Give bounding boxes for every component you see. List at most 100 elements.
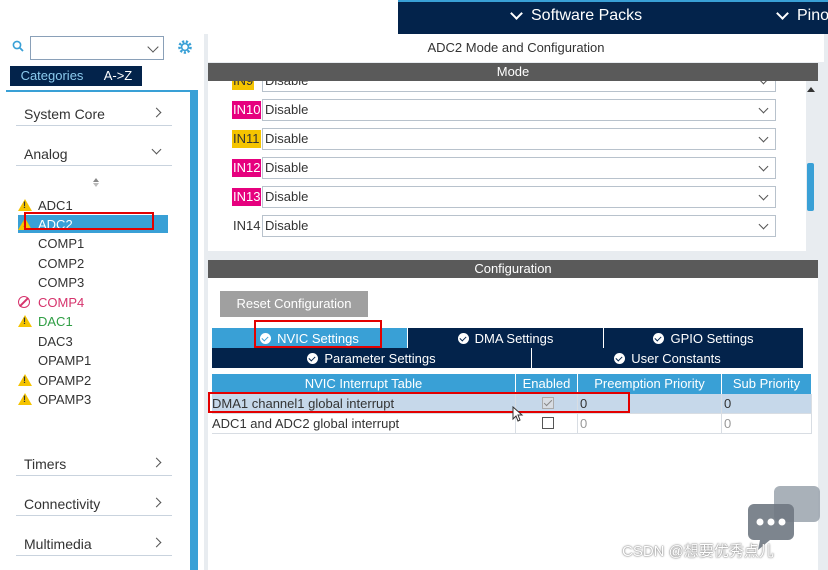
search-icon[interactable] — [12, 40, 24, 52]
tab-label: DMA Settings — [474, 330, 554, 346]
scroll-up-icon[interactable] — [93, 178, 99, 182]
mode-row-in12: IN12 Disable — [232, 157, 776, 179]
mode-select-value: Disable — [265, 102, 309, 117]
mode-row-in11: IN11 Disable — [232, 128, 776, 150]
column-header[interactable]: Sub Priority — [722, 374, 812, 394]
sidebar-item-label: OPAMP2 — [38, 372, 92, 388]
enabled-checkbox[interactable] — [542, 417, 554, 429]
tab-parameter-settings[interactable]: Parameter Settings — [212, 348, 532, 368]
tab-dma-settings[interactable]: DMA Settings — [408, 328, 604, 348]
chevron-down-icon — [758, 161, 769, 172]
tab-a-z[interactable]: A->Z — [94, 66, 142, 86]
mode-header: Mode — [208, 63, 818, 81]
sidebar-item-label: DAC3 — [38, 333, 73, 349]
mode-select-value: Disable — [265, 218, 309, 233]
scroll-down-icon[interactable] — [93, 183, 99, 187]
pinout-label: Pino — [797, 7, 828, 24]
sidebar-item-label: COMP2 — [38, 255, 85, 271]
pin-label: IN11 — [232, 130, 261, 148]
chevron-right-icon — [151, 107, 162, 118]
left-scrollbar[interactable] — [190, 90, 198, 570]
scrollbar-thumb[interactable] — [807, 163, 814, 211]
check-circle-icon — [653, 332, 665, 344]
category-system-core[interactable]: System Core — [16, 100, 172, 126]
column-header[interactable]: Preemption Priority — [578, 374, 722, 394]
watermark: CSDN @想要优秀点儿 — [622, 543, 774, 560]
chevron-down-icon — [758, 103, 769, 114]
status-icon — [18, 314, 32, 328]
status-icon-empty — [18, 236, 32, 250]
mode-select[interactable]: Disable — [262, 215, 776, 237]
category-analog[interactable]: Analog — [16, 140, 172, 166]
warning-icon — [18, 199, 32, 211]
highlight-box-dma-interrupt — [208, 392, 630, 413]
search-input[interactable] — [30, 36, 164, 60]
sidebar-item-label: COMP1 — [38, 235, 85, 251]
check-circle-icon — [614, 352, 626, 364]
gear-icon[interactable] — [176, 38, 194, 56]
mode-select-value: Disable — [265, 160, 309, 175]
chevron-down-icon — [758, 190, 769, 201]
mode-select-value: Disable — [265, 131, 309, 146]
disabled-icon — [18, 296, 30, 308]
column-header[interactable]: NVIC Interrupt Table — [212, 374, 516, 394]
status-icon-empty — [18, 353, 32, 367]
category-label: Analog — [24, 146, 68, 162]
interrupt-name: ADC1 and ADC2 global interrupt — [212, 414, 516, 434]
chevron-right-icon — [151, 537, 162, 548]
mode-select[interactable]: Disable — [262, 99, 776, 121]
sidebar-item-dac1[interactable]: DAC1 — [18, 312, 168, 330]
pin-label: IN13 — [232, 188, 262, 206]
mode-select[interactable]: Disable — [262, 186, 776, 208]
category-connectivity[interactable]: Connectivity — [16, 490, 172, 516]
sub-priority[interactable]: 0 — [722, 414, 812, 434]
configuration-area: Reset Configuration NVIC Settings DMA Se… — [208, 278, 818, 570]
category-timers[interactable]: Timers — [16, 450, 172, 476]
software-packs-menu[interactable]: Software Packs — [508, 7, 642, 25]
chevron-right-icon — [151, 497, 162, 508]
warning-icon — [18, 393, 32, 405]
mode-scrollbar[interactable] — [806, 87, 816, 251]
pin-label: IN12 — [232, 159, 262, 177]
highlight-box-nvic-tab — [254, 320, 382, 348]
category-tabs: Categories A->Z — [10, 66, 190, 86]
mode-row-in10: IN10 Disable — [232, 99, 776, 121]
sub-priority[interactable]: 0 — [722, 394, 812, 414]
tab-label: Parameter Settings — [324, 350, 436, 366]
pin-label: IN14 — [233, 218, 261, 233]
scroll-up-icon[interactable] — [807, 87, 815, 92]
status-icon — [18, 295, 32, 309]
top-bar: Software Packs Pino — [0, 0, 828, 34]
chevron-down-icon — [776, 7, 789, 20]
preemption-priority[interactable]: 0 — [578, 414, 722, 434]
sidebar-item-label: ADC1 — [38, 197, 73, 213]
tab-categories[interactable]: Categories — [10, 66, 94, 86]
chevron-down-icon[interactable] — [147, 41, 159, 53]
chevron-down-icon — [510, 7, 523, 20]
status-icon-empty — [18, 275, 32, 289]
status-icon — [18, 198, 32, 212]
mode-select-value: Disable — [265, 81, 308, 88]
tab-user-constants[interactable]: User Constants — [532, 348, 804, 368]
sidebar-item-opamp2[interactable]: OPAMP2 — [18, 371, 168, 389]
mode-select[interactable]: Disable — [262, 81, 776, 92]
sidebar-item-opamp3[interactable]: OPAMP3 — [18, 390, 168, 408]
mode-select[interactable]: Disable — [262, 157, 776, 179]
status-icon-empty — [18, 334, 32, 348]
mode-select[interactable]: Disable — [262, 128, 776, 150]
sidebar-item-comp3[interactable]: COMP3 — [18, 273, 168, 291]
column-header[interactable]: Enabled — [516, 374, 578, 394]
top-bar-accent-line — [398, 0, 828, 2]
sidebar-item-comp4[interactable]: COMP4 — [18, 293, 168, 311]
reset-configuration-button[interactable]: Reset Configuration — [220, 291, 368, 317]
sidebar-item-opamp1[interactable]: OPAMP1 — [18, 351, 168, 369]
sidebar-item-comp2[interactable]: COMP2 — [18, 254, 168, 272]
category-multimedia[interactable]: Multimedia — [16, 530, 172, 556]
sidebar-item-dac3[interactable]: DAC3 — [18, 332, 168, 350]
tab-gpio-settings[interactable]: GPIO Settings — [604, 328, 804, 348]
chevron-down-icon — [758, 81, 769, 85]
enabled-cell — [516, 414, 578, 434]
category-label: System Core — [24, 106, 105, 122]
pinout-menu[interactable]: Pino — [774, 7, 828, 25]
sidebar-item-comp1[interactable]: COMP1 — [18, 234, 168, 252]
